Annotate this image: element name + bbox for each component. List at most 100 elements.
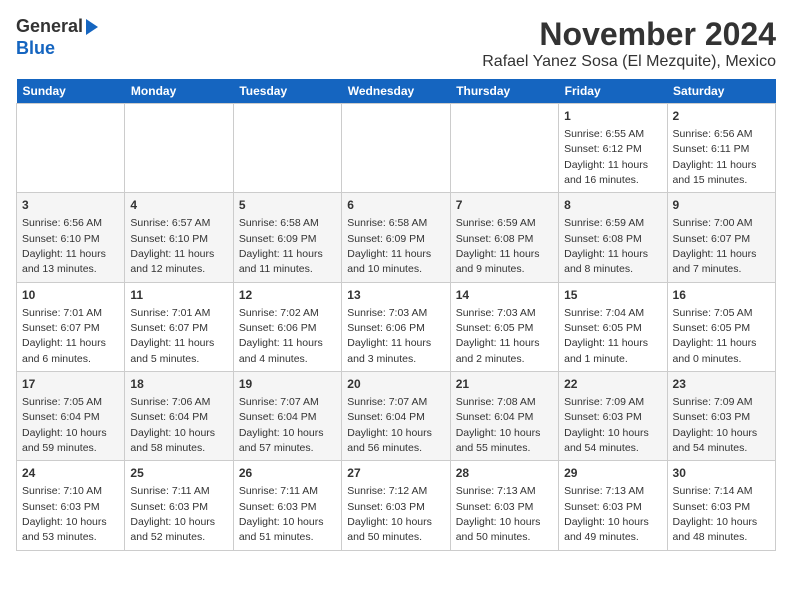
calendar-table: SundayMondayTuesdayWednesdayThursdayFrid… bbox=[16, 79, 776, 551]
calendar-day-header: Tuesday bbox=[233, 79, 341, 104]
calendar-cell: 22 Sunrise: 7:09 AM Sunset: 6:03 PM Dayli… bbox=[559, 372, 667, 461]
day-number: 9 bbox=[673, 197, 770, 214]
calendar-cell bbox=[342, 104, 450, 193]
calendar-cell: 28Sunrise: 7:13 AM Sunset: 6:03 PM Dayli… bbox=[450, 461, 558, 550]
day-number: 15 bbox=[564, 287, 661, 304]
page-title: November 2024 bbox=[482, 16, 776, 53]
day-number: 3 bbox=[22, 197, 119, 214]
day-number: 27 bbox=[347, 465, 444, 482]
day-info: Sunrise: 7:06 AM Sunset: 6:04 PM Dayligh… bbox=[130, 396, 215, 454]
day-info: Sunrise: 7:09 AM Sunset: 6:03 PM Dayligh… bbox=[673, 396, 758, 454]
day-number: 10 bbox=[22, 287, 119, 304]
day-number: 5 bbox=[239, 197, 336, 214]
day-number: 4 bbox=[130, 197, 227, 214]
calendar-cell: 8 Sunrise: 6:59 AM Sunset: 6:08 PM Daylig… bbox=[559, 193, 667, 282]
day-info: Sunrise: 7:13 AM Sunset: 6:03 PM Dayligh… bbox=[564, 485, 649, 543]
day-info: Sunrise: 6:59 AM Sunset: 6:08 PM Dayligh… bbox=[456, 217, 540, 275]
logo: General Blue bbox=[16, 16, 98, 59]
calendar-cell: 7Sunrise: 6:59 AM Sunset: 6:08 PM Daylig… bbox=[450, 193, 558, 282]
day-number: 14 bbox=[456, 287, 553, 304]
day-info: Sunrise: 7:01 AM Sunset: 6:07 PM Dayligh… bbox=[130, 307, 214, 365]
calendar-cell: 5 Sunrise: 6:58 AM Sunset: 6:09 PM Daylig… bbox=[233, 193, 341, 282]
page-subtitle: Rafael Yanez Sosa (El Mezquite), Mexico bbox=[482, 53, 776, 71]
calendar-cell: 18 Sunrise: 7:06 AM Sunset: 6:04 PM Dayli… bbox=[125, 372, 233, 461]
calendar-cell: 27 Sunrise: 7:12 AM Sunset: 6:03 PM Dayli… bbox=[342, 461, 450, 550]
calendar-day-header: Thursday bbox=[450, 79, 558, 104]
calendar-cell: 17Sunrise: 7:05 AM Sunset: 6:04 PM Dayli… bbox=[17, 372, 125, 461]
calendar-cell: 11 Sunrise: 7:01 AM Sunset: 6:07 PM Dayli… bbox=[125, 282, 233, 371]
day-info: Sunrise: 6:57 AM Sunset: 6:10 PM Dayligh… bbox=[130, 217, 214, 275]
day-info: Sunrise: 7:05 AM Sunset: 6:04 PM Dayligh… bbox=[22, 396, 107, 454]
day-number: 26 bbox=[239, 465, 336, 482]
calendar-cell bbox=[17, 104, 125, 193]
calendar-week-row: 1 Sunrise: 6:55 AM Sunset: 6:12 PM Daylig… bbox=[17, 104, 776, 193]
day-number: 6 bbox=[347, 197, 444, 214]
day-number: 11 bbox=[130, 287, 227, 304]
day-info: Sunrise: 7:09 AM Sunset: 6:03 PM Dayligh… bbox=[564, 396, 649, 454]
calendar-cell bbox=[125, 104, 233, 193]
calendar-day-header: Wednesday bbox=[342, 79, 450, 104]
calendar-cell: 14 Sunrise: 7:03 AM Sunset: 6:05 PM Dayli… bbox=[450, 282, 558, 371]
calendar-cell: 23 Sunrise: 7:09 AM Sunset: 6:03 PM Dayli… bbox=[667, 372, 775, 461]
day-info: Sunrise: 7:07 AM Sunset: 6:04 PM Dayligh… bbox=[347, 396, 432, 454]
day-info: Sunrise: 7:02 AM Sunset: 6:06 PM Dayligh… bbox=[239, 307, 323, 365]
day-number: 23 bbox=[673, 376, 770, 393]
calendar-week-row: 24 Sunrise: 7:10 AM Sunset: 6:03 PM Dayli… bbox=[17, 461, 776, 550]
calendar-cell: 3 Sunrise: 6:56 AM Sunset: 6:10 PM Daylig… bbox=[17, 193, 125, 282]
day-info: Sunrise: 6:58 AM Sunset: 6:09 PM Dayligh… bbox=[239, 217, 323, 275]
day-number: 22 bbox=[564, 376, 661, 393]
day-info: Sunrise: 7:14 AM Sunset: 6:03 PM Dayligh… bbox=[673, 485, 758, 543]
calendar-cell: 16 Sunrise: 7:05 AM Sunset: 6:05 PM Dayli… bbox=[667, 282, 775, 371]
day-info: Sunrise: 7:07 AM Sunset: 6:04 PM Dayligh… bbox=[239, 396, 324, 454]
day-info: Sunrise: 7:13 AM Sunset: 6:03 PM Dayligh… bbox=[456, 485, 541, 543]
day-info: Sunrise: 6:56 AM Sunset: 6:11 PM Dayligh… bbox=[673, 128, 757, 186]
calendar-cell: 2 Sunrise: 6:56 AM Sunset: 6:11 PM Daylig… bbox=[667, 104, 775, 193]
title-block: November 2024 Rafael Yanez Sosa (El Mezq… bbox=[482, 16, 776, 71]
calendar-day-header: Saturday bbox=[667, 79, 775, 104]
calendar-cell bbox=[233, 104, 341, 193]
calendar-cell: 1 Sunrise: 6:55 AM Sunset: 6:12 PM Daylig… bbox=[559, 104, 667, 193]
calendar-cell: 9 Sunrise: 7:00 AM Sunset: 6:07 PM Daylig… bbox=[667, 193, 775, 282]
calendar-cell: 20Sunrise: 7:07 AM Sunset: 6:04 PM Dayli… bbox=[342, 372, 450, 461]
day-number: 1 bbox=[564, 108, 661, 125]
calendar-cell: 6Sunrise: 6:58 AM Sunset: 6:09 PM Daylig… bbox=[342, 193, 450, 282]
calendar-cell: 12Sunrise: 7:02 AM Sunset: 6:06 PM Dayli… bbox=[233, 282, 341, 371]
day-info: Sunrise: 6:59 AM Sunset: 6:08 PM Dayligh… bbox=[564, 217, 648, 275]
day-info: Sunrise: 7:03 AM Sunset: 6:06 PM Dayligh… bbox=[347, 307, 431, 365]
day-number: 24 bbox=[22, 465, 119, 482]
day-number: 29 bbox=[564, 465, 661, 482]
day-number: 18 bbox=[130, 376, 227, 393]
calendar-cell: 24 Sunrise: 7:10 AM Sunset: 6:03 PM Dayli… bbox=[17, 461, 125, 550]
day-info: Sunrise: 7:03 AM Sunset: 6:05 PM Dayligh… bbox=[456, 307, 540, 365]
calendar-week-row: 3 Sunrise: 6:56 AM Sunset: 6:10 PM Daylig… bbox=[17, 193, 776, 282]
day-number: 8 bbox=[564, 197, 661, 214]
day-info: Sunrise: 6:55 AM Sunset: 6:12 PM Dayligh… bbox=[564, 128, 648, 186]
day-info: Sunrise: 7:00 AM Sunset: 6:07 PM Dayligh… bbox=[673, 217, 757, 275]
calendar-day-header: Monday bbox=[125, 79, 233, 104]
day-number: 16 bbox=[673, 287, 770, 304]
logo-general: General bbox=[16, 16, 83, 38]
day-info: Sunrise: 7:01 AM Sunset: 6:07 PM Dayligh… bbox=[22, 307, 106, 365]
calendar-cell: 21Sunrise: 7:08 AM Sunset: 6:04 PM Dayli… bbox=[450, 372, 558, 461]
day-info: Sunrise: 7:12 AM Sunset: 6:03 PM Dayligh… bbox=[347, 485, 432, 543]
day-number: 13 bbox=[347, 287, 444, 304]
calendar-cell: 25Sunrise: 7:11 AM Sunset: 6:03 PM Dayli… bbox=[125, 461, 233, 550]
calendar-cell: 26 Sunrise: 7:11 AM Sunset: 6:03 PM Dayli… bbox=[233, 461, 341, 550]
day-info: Sunrise: 7:04 AM Sunset: 6:05 PM Dayligh… bbox=[564, 307, 648, 365]
calendar-cell: 15 Sunrise: 7:04 AM Sunset: 6:05 PM Dayli… bbox=[559, 282, 667, 371]
calendar-week-row: 10 Sunrise: 7:01 AM Sunset: 6:07 PM Dayli… bbox=[17, 282, 776, 371]
calendar-cell: 19 Sunrise: 7:07 AM Sunset: 6:04 PM Dayli… bbox=[233, 372, 341, 461]
day-number: 19 bbox=[239, 376, 336, 393]
day-number: 2 bbox=[673, 108, 770, 125]
calendar-cell: 13 Sunrise: 7:03 AM Sunset: 6:06 PM Dayli… bbox=[342, 282, 450, 371]
day-info: Sunrise: 7:11 AM Sunset: 6:03 PM Dayligh… bbox=[239, 485, 324, 543]
day-info: Sunrise: 7:10 AM Sunset: 6:03 PM Dayligh… bbox=[22, 485, 107, 543]
day-info: Sunrise: 6:56 AM Sunset: 6:10 PM Dayligh… bbox=[22, 217, 106, 275]
day-number: 30 bbox=[673, 465, 770, 482]
day-info: Sunrise: 7:05 AM Sunset: 6:05 PM Dayligh… bbox=[673, 307, 757, 365]
day-info: Sunrise: 7:08 AM Sunset: 6:04 PM Dayligh… bbox=[456, 396, 541, 454]
calendar-cell bbox=[450, 104, 558, 193]
logo-blue: Blue bbox=[16, 38, 98, 60]
calendar-body: 1 Sunrise: 6:55 AM Sunset: 6:12 PM Daylig… bbox=[17, 104, 776, 551]
page-header: General Blue November 2024 Rafael Yanez … bbox=[16, 16, 776, 71]
